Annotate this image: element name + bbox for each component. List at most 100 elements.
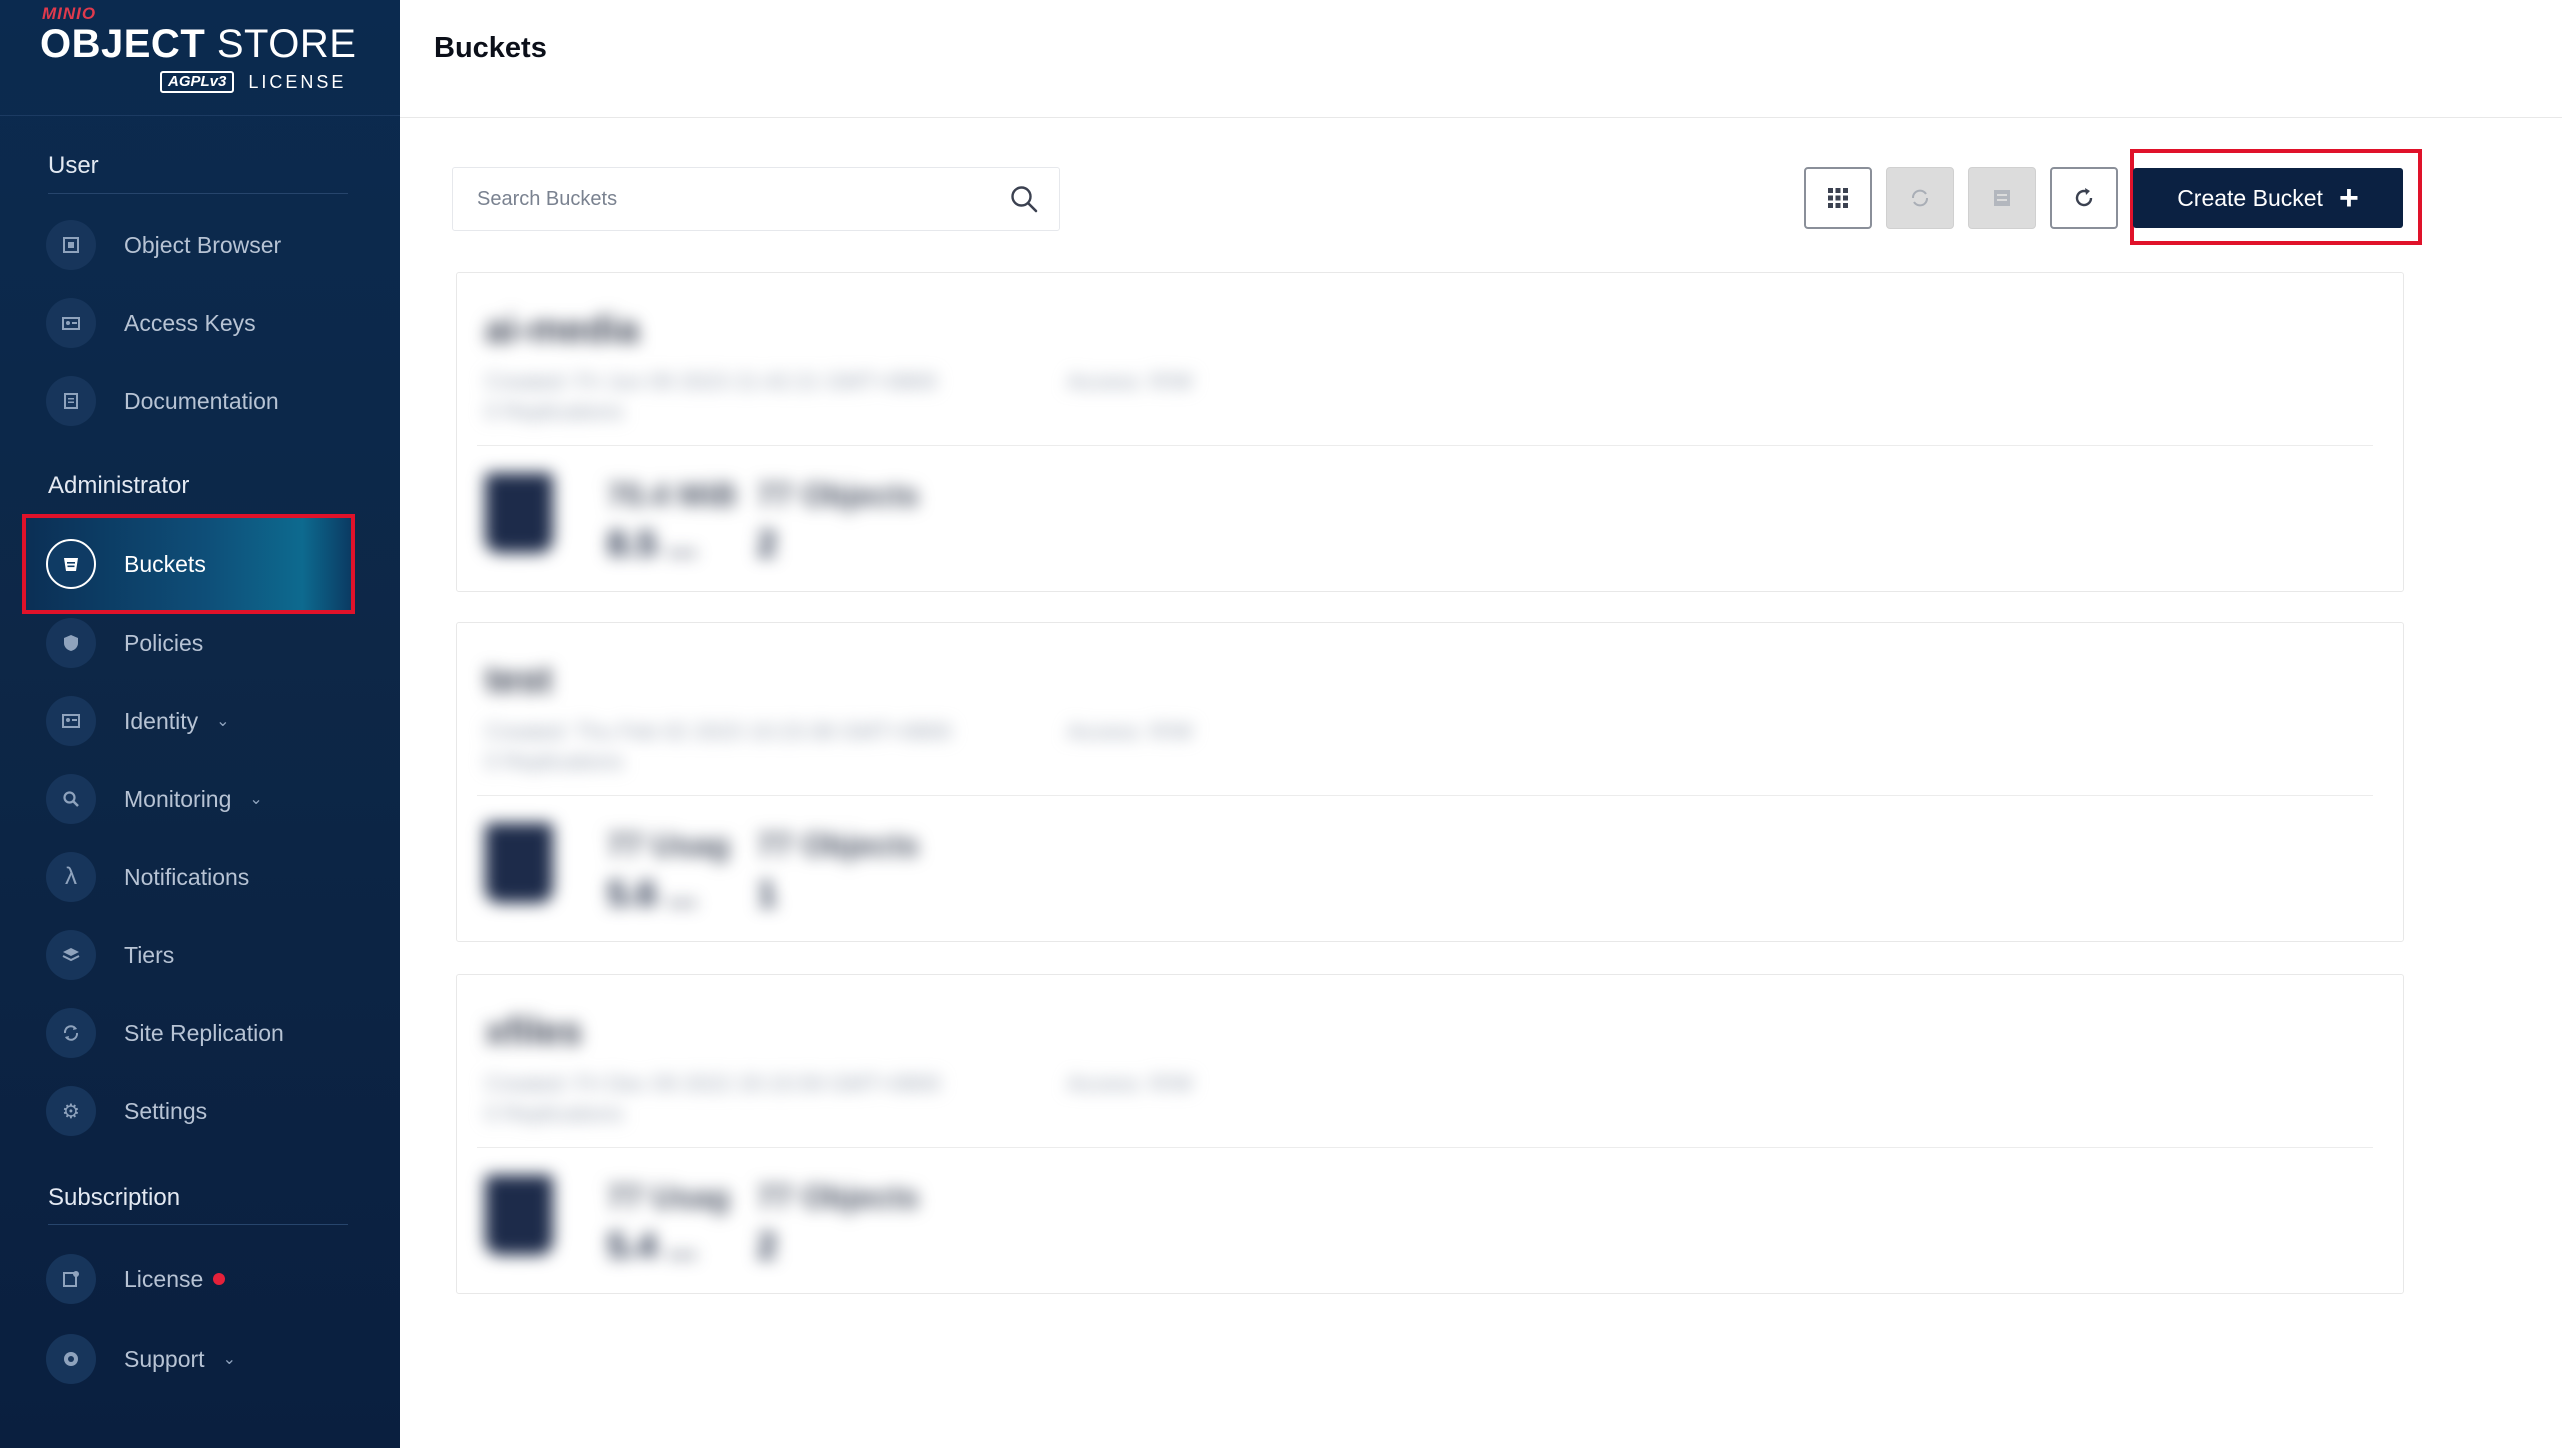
grid-view-button[interactable] [1804, 167, 1872, 229]
bucket-card[interactable]: xfiles Created: Fri Dec 09 2022 20:15:59… [456, 974, 2404, 1294]
license-icon [46, 1254, 96, 1304]
sidebar-item-identity[interactable]: Identity ⌄ [40, 690, 370, 752]
sidebar-item-license[interactable]: License [40, 1248, 370, 1310]
bucket-icon [46, 539, 96, 589]
sidebar-item-monitoring[interactable]: Monitoring ⌄ [40, 768, 370, 830]
minio-wordmark: MINIO [42, 4, 97, 23]
bucket-usage-label: 77 Usag [607, 1179, 730, 1215]
bucket-name: xfiles [485, 1011, 583, 1053]
sidebar-item-label: Policies [124, 629, 204, 656]
blurred-bucket-info: xfiles Created: Fri Dec 09 2022 20:15:59… [457, 975, 1467, 1293]
bucket-icon [485, 473, 553, 553]
bucket-objects-value: 2 [757, 523, 778, 564]
bucket-lifecycle-button[interactable] [1968, 167, 2036, 229]
product-title: OBJECT STORE [40, 22, 357, 66]
create-bucket-button[interactable]: Create Bucket + [2133, 168, 2403, 228]
sidebar-item-support[interactable]: Support ⌄ [40, 1328, 370, 1390]
license-word: LICENSE [248, 71, 347, 92]
plus-icon: + [2338, 179, 2359, 217]
bucket-icon [485, 1175, 553, 1255]
sidebar: MINIO OBJECT STORE AGPLv3 LICENSE User O… [0, 0, 400, 1448]
sidebar-item-label: License [124, 1265, 204, 1292]
agpl-badge: AGPLv3 [160, 71, 235, 93]
chevron-down-icon: ⌄ [249, 791, 263, 808]
blurred-bucket-info: ai-media Created: Fri Jun 09 2023 21:42:… [457, 273, 1467, 591]
notification-dot [213, 1273, 226, 1285]
bucket-name: test [485, 659, 553, 701]
bucket-card[interactable]: test Created: Thu Feb 02 2023 10:23:38 G… [456, 622, 2404, 942]
bucket-usage-label: 70.4 MiB [607, 477, 737, 513]
bucket-access: Access: R/W [1067, 369, 1193, 394]
sidebar-item-label: Support [124, 1345, 205, 1372]
section-title-administrator: Administrator [48, 472, 190, 499]
sidebar-item-label: Identity [124, 707, 199, 734]
sidebar-item-object-browser[interactable]: Object Browser [40, 214, 370, 276]
chevron-down-icon: ⌄ [216, 713, 230, 730]
bucket-replication-button[interactable] [1886, 167, 1954, 229]
search-bar [452, 167, 1060, 231]
sidebar-item-label: Access Keys [124, 309, 256, 336]
sidebar-item-site-replication[interactable]: Site Replication [40, 1002, 370, 1064]
refresh-icon [2075, 188, 2093, 207]
sidebar-item-label: Tiers [124, 941, 175, 968]
license-badge: AGPLv3 LICENSE [160, 70, 346, 94]
page-header: Buckets [400, 0, 2562, 118]
bucket-objects-label: 77 Objects [757, 1179, 919, 1215]
bucket-name: ai-media [485, 309, 640, 351]
page-title: Buckets [434, 32, 547, 64]
chevron-down-icon: ⌄ [222, 1351, 236, 1368]
sidebar-item-documentation[interactable]: Documentation [40, 370, 370, 432]
bucket-created: Created: Fri Jun 09 2023 21:42:21 GMT+08… [485, 369, 937, 394]
bucket-usage-value: 5.4 ... [607, 1225, 698, 1266]
sidebar-item-label: Buckets [124, 550, 206, 577]
shield-icon [46, 618, 96, 668]
support-icon [46, 1334, 96, 1384]
sidebar-item-buckets[interactable]: Buckets [22, 514, 355, 614]
replication-icon [1912, 189, 1928, 207]
documentation-icon [46, 376, 96, 426]
bucket-card[interactable]: ai-media Created: Fri Jun 09 2023 21:42:… [456, 272, 2404, 592]
lifecycle-icon [1994, 190, 2010, 206]
bucket-objects-value: 2 [757, 1225, 778, 1266]
sidebar-item-notifications[interactable]: λ Notifications [40, 846, 370, 908]
bucket-icon [485, 823, 553, 903]
sidebar-item-policies[interactable]: Policies [40, 612, 370, 674]
bucket-access: Access: R/W [1067, 719, 1193, 744]
identity-icon [46, 696, 96, 746]
section-title-user: User [48, 152, 99, 179]
sidebar-item-label: Object Browser [124, 231, 282, 258]
divider [48, 1224, 348, 1225]
access-keys-icon [46, 298, 96, 348]
bucket-created: Created: Thu Feb 02 2023 10:23:38 GMT+08… [485, 719, 952, 744]
refresh-button[interactable] [2050, 167, 2118, 229]
bucket-replications: 0 Replications [485, 1101, 624, 1126]
sidebar-item-access-keys[interactable]: Access Keys [40, 292, 370, 354]
brand-logo[interactable]: MINIO OBJECT STORE AGPLv3 LICENSE [40, 4, 360, 112]
sidebar-item-settings[interactable]: ⚙ Settings [40, 1080, 370, 1142]
divider [48, 193, 348, 194]
sidebar-item-label: Notifications [124, 863, 250, 890]
sidebar-item-label: Settings [124, 1097, 208, 1124]
search-input[interactable] [475, 168, 979, 230]
bucket-replications: 0 Replications [485, 749, 624, 774]
gear-icon: ⚙ [46, 1086, 96, 1136]
lambda-icon: λ [46, 852, 96, 902]
bucket-created: Created: Fri Dec 09 2022 20:15:59 GMT+08… [485, 1071, 941, 1096]
sidebar-item-tiers[interactable]: Tiers [40, 924, 370, 986]
sidebar-item-label: Monitoring [124, 785, 232, 812]
create-bucket-label: Create Bucket [2177, 184, 2323, 211]
replication-icon [46, 1008, 96, 1058]
blurred-bucket-info: test Created: Thu Feb 02 2023 10:23:38 G… [457, 623, 1467, 941]
bucket-usage-value: 5.6 ... [607, 873, 698, 914]
object-browser-icon [46, 220, 96, 270]
divider [0, 115, 400, 116]
bucket-usage-value: 8.5 ... [607, 523, 698, 564]
bucket-objects-label: 77 Objects [757, 827, 919, 863]
bucket-usage-label: 77 Usag [607, 827, 730, 863]
bucket-objects-label: 77 Objects [757, 477, 919, 513]
sidebar-item-label: Site Replication [124, 1019, 284, 1046]
monitoring-icon [46, 774, 96, 824]
bucket-replications: 0 Replications [485, 399, 624, 424]
search-icon[interactable] [1009, 184, 1039, 214]
tiers-icon [46, 930, 96, 980]
